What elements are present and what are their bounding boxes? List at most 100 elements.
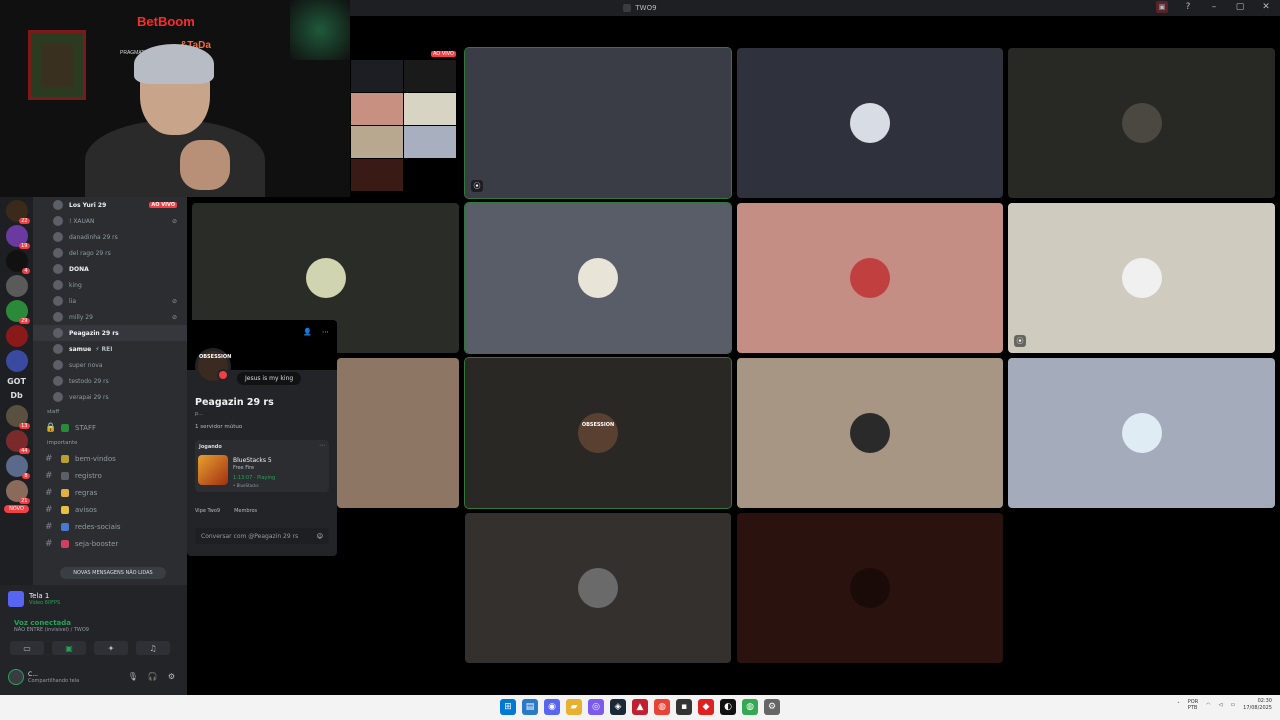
user-avatar — [1121, 413, 1162, 453]
new-messages-banner[interactable]: NOVAS MENSAGENS NÃO LIDAS — [60, 567, 166, 579]
stream-mini-tile — [404, 93, 456, 125]
channel-sidebar: Los Yuri 29 AO VIVO ! XAUAN ⊘ danadinha 29… — [33, 197, 187, 585]
volume-icon[interactable]: ◁ — [1219, 702, 1223, 708]
voice-member[interactable]: samue ⚡ REI — [33, 341, 187, 357]
camera-button[interactable]: ▭ — [10, 641, 44, 655]
settings-icon[interactable]: ⚙ — [764, 699, 780, 715]
server-icon[interactable]: 29 — [5, 300, 30, 324]
voice-member[interactable]: Peagazin 29 rs — [33, 325, 187, 341]
voice-member[interactable]: danadinha 29 rs — [33, 229, 187, 245]
server-icon[interactable]: 4 — [5, 250, 30, 274]
language-indicator[interactable]: POR PTB — [1188, 699, 1198, 711]
voice-member[interactable]: super nova — [33, 357, 187, 373]
soundboard-button[interactable]: ♫ — [136, 641, 170, 655]
server-icon[interactable]: 13 — [5, 405, 30, 429]
minimize-button[interactable]: – — [1208, 1, 1220, 13]
channel-staff[interactable]: 🔒 STAFF — [33, 419, 187, 436]
voice-member[interactable]: king — [33, 277, 187, 293]
video-tile[interactable] — [737, 513, 1003, 663]
category-staff[interactable]: staff — [33, 405, 187, 419]
maximize-button[interactable]: ▢ — [1234, 1, 1246, 13]
video-tile[interactable] — [737, 48, 1003, 198]
current-user[interactable]: C... Compartilhando tela — [8, 669, 79, 685]
microphone-icon[interactable]: 🎙 — [128, 672, 138, 681]
battery-icon[interactable]: ▭ — [1230, 702, 1235, 708]
video-tile[interactable] — [464, 202, 732, 354]
server-icon-db[interactable]: Db — [0, 391, 33, 400]
app-icon[interactable]: ◆ — [698, 699, 714, 715]
activity-button[interactable]: ✦ — [94, 641, 128, 655]
voice-member[interactable]: testodo 29 rs — [33, 373, 187, 389]
app-icon[interactable]: ◎ — [588, 699, 604, 715]
voice-status[interactable]: Voz conectada NÃO ENTRE (invisível) / TW… — [14, 619, 89, 633]
chrome-icon[interactable]: ◍ — [654, 699, 670, 715]
hash-icon: # — [45, 487, 53, 498]
message-input[interactable]: Conversar com @Peagazin 29 rs ☺ — [195, 528, 329, 544]
channel-item[interactable]: # avisos — [33, 501, 187, 518]
video-tile[interactable] — [737, 358, 1003, 508]
voice-member[interactable]: lia ⊘ — [33, 293, 187, 309]
video-tile[interactable] — [337, 358, 459, 508]
voice-member[interactable]: ! XAUAN ⊘ — [33, 213, 187, 229]
taskbar: ⊞ ▤ ◉ ▰ ◎ ◈ ▲ ◍ ▪ ◆ ◐ ◍ ⚙ ˄ POR PTB ◠ ◁ ▭… — [0, 695, 1280, 720]
video-tile[interactable]: ⦿ — [1008, 203, 1275, 353]
video-tile[interactable] — [465, 513, 731, 663]
help-icon[interactable]: ? — [1182, 1, 1194, 13]
server-icon[interactable]: 19 — [5, 225, 30, 249]
clock[interactable]: 02:30 17/08/2025 — [1243, 698, 1272, 711]
stream-preview-tile[interactable]: AO VIVO — [350, 48, 460, 198]
voice-member[interactable]: del rago 29 rs — [33, 245, 187, 261]
stream-status[interactable]: Tela 1 Vídeo 60FPS — [8, 591, 60, 607]
video-tile[interactable]: ⦿ — [464, 47, 732, 199]
video-tile[interactable] — [737, 203, 1003, 353]
server-icon[interactable]: 22 — [5, 200, 30, 224]
close-button[interactable]: ✕ — [1260, 1, 1272, 13]
add-friend-icon[interactable]: 👤 — [303, 328, 312, 336]
server-icon[interactable]: 21 — [5, 480, 30, 504]
more-icon[interactable]: ⋯ — [322, 328, 329, 336]
user-avatar — [305, 258, 346, 298]
screen-share-icon[interactable]: ▣ — [1156, 1, 1168, 13]
screen-share-icon: ⦿ — [471, 180, 483, 192]
channel-item[interactable]: # bem-vindos — [33, 450, 187, 467]
app-icon[interactable]: ▪ — [676, 699, 692, 715]
windows-start-icon[interactable]: ⊞ — [500, 699, 516, 715]
avatar — [53, 376, 63, 386]
server-icon[interactable]: 44 — [5, 430, 30, 454]
user-panel: Tela 1 Vídeo 60FPS Voz conectada NÃO ENT… — [0, 585, 187, 695]
channel-item[interactable]: # registro — [33, 467, 187, 484]
chevron-up-icon[interactable]: ˄ — [1177, 702, 1180, 708]
voice-member[interactable]: Los Yuri 29 AO VIVO — [33, 197, 187, 213]
app-icon[interactable]: ▲ — [632, 699, 648, 715]
folder-icon[interactable]: ▰ — [566, 699, 582, 715]
channel-item[interactable]: # seja-booster — [33, 535, 187, 552]
mutual-servers[interactable]: 1 servidor mútuo — [195, 424, 242, 430]
channel-item[interactable]: # regras — [33, 484, 187, 501]
window-title-text: TWO9 — [635, 4, 657, 12]
video-tile[interactable]: OBSESSION — [464, 357, 732, 509]
task-view-icon[interactable]: ▤ — [522, 699, 538, 715]
voice-member[interactable]: verapai 29 rs — [33, 389, 187, 405]
category-importante[interactable]: importante — [33, 436, 187, 450]
gear-icon[interactable]: ⚙ — [168, 672, 175, 681]
screen-share-button[interactable]: ▣ — [52, 641, 86, 655]
chrome-icon[interactable]: ◍ — [742, 699, 758, 715]
server-icon-got[interactable]: GOT — [0, 377, 33, 386]
voice-member[interactable]: milly 29 ⊘ — [33, 309, 187, 325]
discord-icon[interactable]: ◉ — [544, 699, 560, 715]
more-icon[interactable]: ⋯ — [319, 442, 325, 449]
headphones-icon[interactable]: 🎧 — [148, 672, 158, 681]
server-icon[interactable] — [5, 325, 28, 347]
video-tile[interactable] — [1008, 358, 1275, 508]
server-icon[interactable] — [5, 350, 28, 372]
server-icon[interactable] — [5, 275, 28, 297]
obs-icon[interactable]: ◐ — [720, 699, 736, 715]
video-tile[interactable] — [1008, 48, 1275, 198]
steam-icon[interactable]: ◈ — [610, 699, 626, 715]
channel-item[interactable]: # redes-sociais — [33, 518, 187, 535]
user-avatar — [1121, 258, 1162, 298]
voice-member[interactable]: DONA — [33, 261, 187, 277]
server-icon[interactable]: 8 — [5, 455, 30, 479]
emoji-icon[interactable]: ☺ — [317, 533, 323, 540]
wifi-icon[interactable]: ◠ — [1206, 702, 1210, 708]
